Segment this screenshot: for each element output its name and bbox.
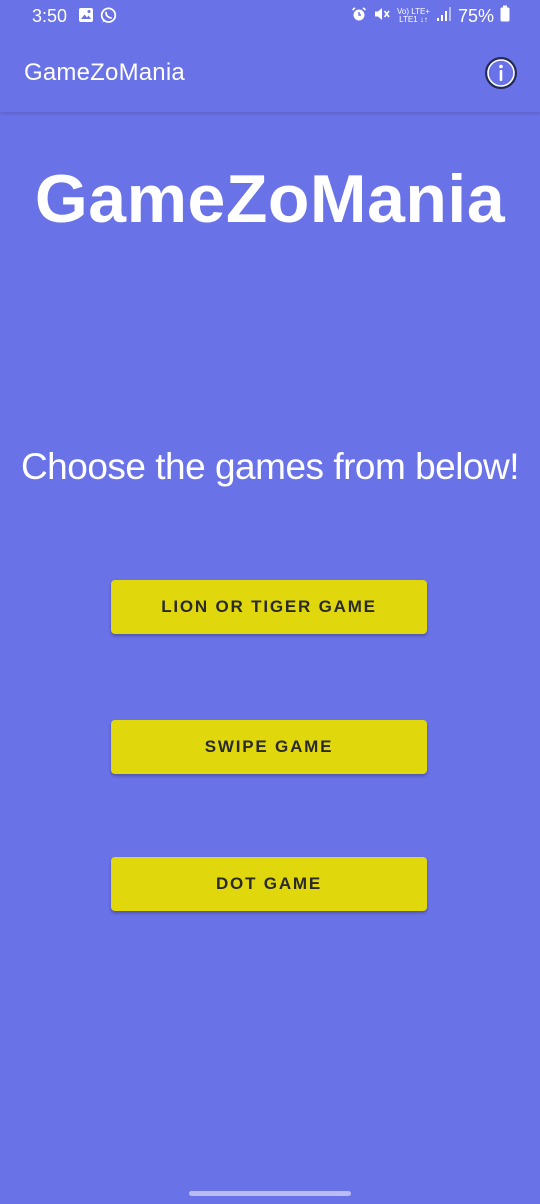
network-type-bottom: LTE1 ↓↑ [399, 15, 428, 24]
status-notification-icons [78, 7, 117, 29]
battery-icon [500, 5, 510, 27]
app-bar-title: GameZoMania [24, 59, 185, 86]
dot-game-button[interactable]: DOT GAME [111, 857, 427, 911]
subtitle: Choose the games from below! [20, 446, 520, 487]
hero-title: GameZoMania [34, 161, 506, 237]
status-system-icons: Vo) LTE+ LTE1 ↓↑ 75% [351, 5, 510, 27]
status-bar: 3:50 Vo) LTE+ LTE1 ↓↑ 75% [0, 0, 540, 34]
whatsapp-icon [100, 7, 117, 29]
home-indicator[interactable] [189, 1191, 351, 1196]
app-screen: 3:50 Vo) LTE+ LTE1 ↓↑ 75% GameZoMania Ga… [0, 0, 540, 1204]
info-button[interactable] [484, 56, 518, 90]
info-icon [484, 57, 518, 94]
battery-percent: 75% [457, 5, 494, 26]
alarm-icon [351, 6, 367, 27]
mute-icon [373, 6, 391, 27]
app-bar: GameZoMania [0, 34, 540, 112]
network-type-indicator: Vo) LTE+ LTE1 ↓↑ [397, 8, 430, 24]
swipe-game-button[interactable]: SWIPE GAME [111, 720, 427, 774]
status-time: 3:50 [32, 6, 68, 26]
gallery-icon [78, 7, 94, 29]
lion-or-tiger-game-button[interactable]: LION OR TIGER GAME [111, 580, 427, 634]
signal-icon [436, 6, 452, 27]
